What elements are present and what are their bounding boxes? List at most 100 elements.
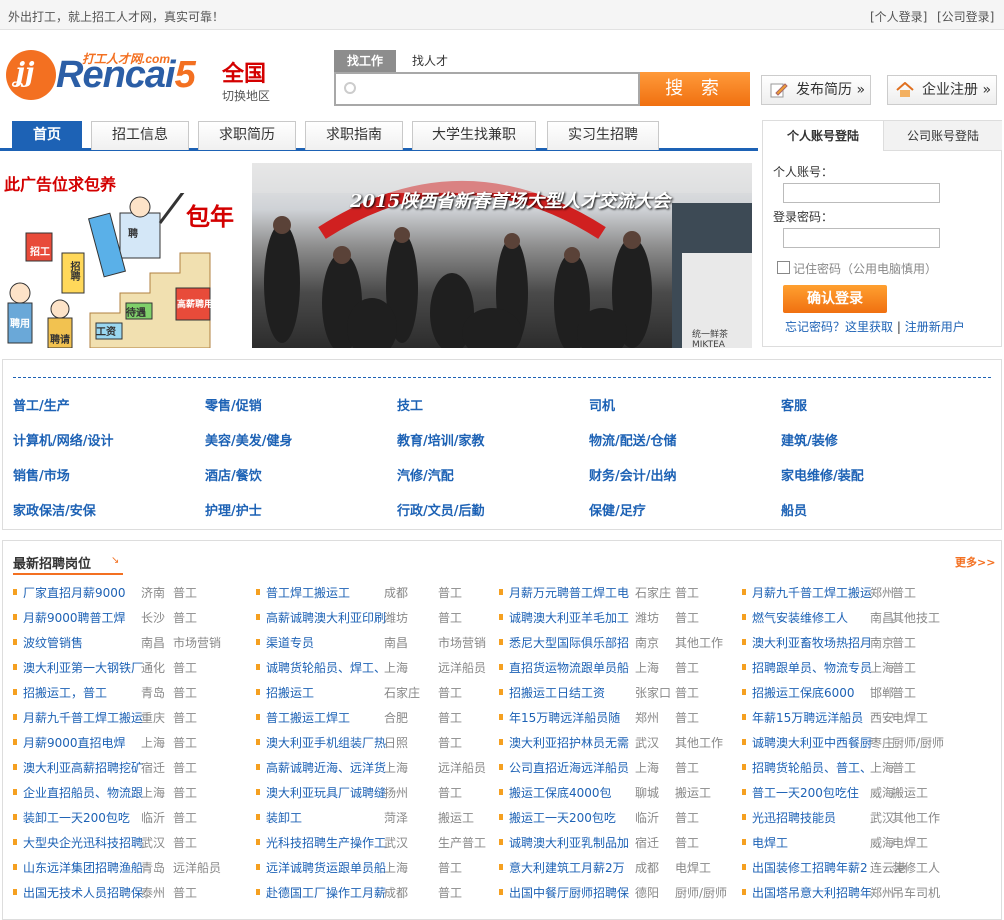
job-listing[interactable]: 招搬运工保底6000 邯郸 普工 — [742, 684, 977, 702]
job-listing[interactable]: 诚聘澳大利亚乳制品加 宿迁 普工 — [499, 834, 734, 852]
job-listing[interactable]: 澳大利亚第一大钢铁厂 通化 普工 — [13, 659, 248, 677]
job-listing[interactable]: 光科技招聘生产操作工 武汉 生产普工 — [256, 834, 491, 852]
category-link[interactable]: 教育/培训/家教 — [397, 430, 485, 449]
category-link[interactable]: 护理/护士 — [205, 500, 262, 519]
job-listing[interactable]: 公司直招近海远洋船员 上海 普工 — [499, 759, 734, 777]
job-title-link[interactable]: 波纹管销售 — [23, 634, 83, 651]
job-title-link[interactable]: 月薪万元聘普工焊工电 — [509, 584, 629, 601]
category-link[interactable]: 销售/市场 — [13, 465, 70, 484]
category-link[interactable]: 司机 — [589, 395, 615, 414]
job-listing[interactable]: 出国无技术人员招聘保 泰州 普工 — [13, 884, 248, 902]
job-title-link[interactable]: 诚聘货轮船员、焊工、 — [266, 659, 386, 676]
job-title-link[interactable]: 月薪九千普工焊工搬运 — [752, 584, 872, 601]
job-listing[interactable]: 远洋诚聘货运跟单员船 上海 普工 — [256, 859, 491, 877]
nav-tab-intern[interactable]: 实习生招聘 — [547, 121, 659, 150]
job-listing[interactable]: 诚聘澳大利亚羊毛加工 潍坊 普工 — [499, 609, 734, 627]
job-title-link[interactable]: 普工一天200包吃住 — [752, 784, 859, 801]
job-title-link[interactable]: 装卸工 — [266, 809, 302, 826]
job-title-link[interactable]: 澳大利亚高薪招聘挖矿 — [23, 759, 143, 776]
job-title-link[interactable]: 出国塔吊意大利招聘年 — [752, 884, 872, 901]
job-listing[interactable]: 普工搬运工焊工 合肥 普工 — [256, 709, 491, 727]
job-title-link[interactable]: 意大利建筑工月薪2万 — [509, 859, 625, 876]
job-listing[interactable]: 光迅招聘技能员 武汉 其他工作 — [742, 809, 977, 827]
job-listing[interactable]: 普工一天200包吃住 威海 搬运工 — [742, 784, 977, 802]
job-fair-banner[interactable]: 2015陕西省新春首场大型人才交流大会 统一鲜茶 MIKTEA — [252, 163, 752, 348]
job-listing[interactable]: 月薪九千普工焊工搬运 郑州 普工 — [742, 584, 977, 602]
job-title-link[interactable]: 招搬运工日结工资 — [509, 684, 605, 701]
job-title-link[interactable]: 出国无技术人员招聘保 — [23, 884, 143, 901]
job-title-link[interactable]: 澳大利亚玩具厂诚聘缝 — [266, 784, 386, 801]
category-link[interactable]: 家电维修/装配 — [781, 465, 864, 484]
job-listing[interactable]: 燃气安装维修工人 南昌 其他技工 — [742, 609, 977, 627]
job-title-link[interactable]: 山东远洋集团招聘渔船 — [23, 859, 143, 876]
job-listing[interactable]: 悉尼大型国际俱乐部招 南京 其他工作 — [499, 634, 734, 652]
job-listing[interactable]: 大型央企光迅科技招聘 武汉 普工 — [13, 834, 248, 852]
nav-tab-resumes[interactable]: 求职简历 — [198, 121, 296, 150]
job-listing[interactable]: 厂家直招月薪9000 济南 普工 — [13, 584, 248, 602]
login-button[interactable]: 确认登录 — [783, 285, 887, 313]
job-title-link[interactable]: 年15万聘远洋船员随 — [509, 709, 620, 726]
job-listing[interactable]: 普工焊工搬运工 成都 普工 — [256, 584, 491, 602]
job-title-link[interactable]: 月薪九千普工焊工搬运 — [23, 709, 143, 726]
category-link[interactable]: 家政保洁/安保 — [13, 500, 96, 519]
job-title-link[interactable]: 月薪9000直招电焊 — [23, 734, 126, 751]
category-link[interactable]: 船员 — [781, 500, 807, 519]
job-title-link[interactable]: 厂家直招月薪9000 — [23, 584, 126, 601]
job-listing[interactable]: 企业直招船员、物流跟 上海 普工 — [13, 784, 248, 802]
tab-company-login[interactable]: 公司账号登陆 — [883, 121, 1002, 151]
job-listing[interactable]: 意大利建筑工月薪2万 成都 电焊工 — [499, 859, 734, 877]
category-link[interactable]: 客服 — [781, 395, 807, 414]
job-listing[interactable]: 出国中餐厅厨师招聘保 德阳 厨师/厨师 — [499, 884, 734, 902]
job-listing[interactable]: 装卸工一天200包吃 临沂 普工 — [13, 809, 248, 827]
category-link[interactable]: 建筑/装修 — [781, 430, 838, 449]
category-link[interactable]: 行政/文员/后勤 — [397, 500, 485, 519]
job-title-link[interactable]: 出国中餐厅厨师招聘保 — [509, 884, 629, 901]
job-listing[interactable]: 电焊工 威海 电焊工 — [742, 834, 977, 852]
job-listing[interactable]: 澳大利亚高薪招聘挖矿 宿迁 普工 — [13, 759, 248, 777]
category-link[interactable]: 财务/会计/出纳 — [589, 465, 677, 484]
nav-tab-parttime[interactable]: 大学生找兼职 — [412, 121, 536, 150]
job-title-link[interactable]: 澳大利亚手机组装厂热 — [266, 734, 386, 751]
search-input[interactable] — [334, 72, 640, 106]
job-title-link[interactable]: 渠道专员 — [266, 634, 314, 651]
job-title-link[interactable]: 大型央企光迅科技招聘 — [23, 834, 143, 851]
tab-find-talent[interactable]: 找人才 — [402, 50, 458, 72]
category-link[interactable]: 酒店/餐饮 — [205, 465, 262, 484]
job-title-link[interactable]: 诚聘澳大利亚羊毛加工 — [509, 609, 629, 626]
job-title-link[interactable]: 电焊工 — [752, 834, 788, 851]
job-listing[interactable]: 出国塔吊意大利招聘年 郑州 吊车司机 — [742, 884, 977, 902]
forgot-password-link[interactable]: 忘记密码？这里获取 — [785, 320, 893, 334]
job-listing[interactable]: 搬运工一天200包吃 临沂 普工 — [499, 809, 734, 827]
tab-find-job[interactable]: 找工作 — [334, 50, 396, 72]
account-input[interactable] — [783, 183, 940, 203]
job-title-link[interactable]: 搬运工保底4000包 — [509, 784, 612, 801]
job-title-link[interactable]: 光科技招聘生产操作工 — [266, 834, 386, 851]
job-listing[interactable]: 波纹管销售 南昌 市场营销 — [13, 634, 248, 652]
category-link[interactable]: 普工/生产 — [13, 395, 70, 414]
nav-tab-guide[interactable]: 求职指南 — [305, 121, 403, 150]
site-logo[interactable]: ʝj 打工人才网.com Rencai5 — [6, 46, 206, 102]
post-resume-button[interactable]: 发布简历 » — [761, 75, 871, 105]
job-listing[interactable]: 装卸工 菏泽 搬运工 — [256, 809, 491, 827]
job-listing[interactable]: 诚聘货轮船员、焊工、 上海 远洋船员 — [256, 659, 491, 677]
job-listing[interactable]: 出国装修工招聘年薪2 连云港 装修工人 — [742, 859, 977, 877]
job-listing[interactable]: 月薪9000聘普工焊 长沙 普工 — [13, 609, 248, 627]
job-listing[interactable]: 招搬运工，普工 青岛 普工 — [13, 684, 248, 702]
job-listing[interactable]: 月薪9000直招电焊 上海 普工 — [13, 734, 248, 752]
job-title-link[interactable]: 搬运工一天200包吃 — [509, 809, 616, 826]
switch-region-link[interactable]: 切换地区 — [222, 87, 270, 104]
job-listing[interactable]: 澳大利亚手机组装厂热 日照 普工 — [256, 734, 491, 752]
job-listing[interactable]: 直招货运物流跟单员船 上海 普工 — [499, 659, 734, 677]
region-selector[interactable]: 全国 切换地区 — [222, 56, 270, 103]
job-title-link[interactable]: 公司直招近海远洋船员 — [509, 759, 629, 776]
more-jobs-link[interactable]: 更多>> — [955, 554, 995, 570]
job-title-link[interactable]: 光迅招聘技能员 — [752, 809, 836, 826]
job-listing[interactable]: 山东远洋集团招聘渔船 青岛 远洋船员 — [13, 859, 248, 877]
password-input[interactable] — [783, 228, 940, 248]
job-listing[interactable]: 澳大利亚招护林员无需 武汉 其他工作 — [499, 734, 734, 752]
job-title-link[interactable]: 普工搬运工焊工 — [266, 709, 350, 726]
job-title-link[interactable]: 赴德国工厂操作工月薪 — [266, 884, 386, 901]
job-listing[interactable]: 月薪九千普工焊工搬运 重庆 普工 — [13, 709, 248, 727]
job-title-link[interactable]: 招聘货轮船员、普工、 — [752, 759, 872, 776]
job-listing[interactable]: 诚聘澳大利亚中西餐厨 枣庄 厨师/厨师 — [742, 734, 977, 752]
